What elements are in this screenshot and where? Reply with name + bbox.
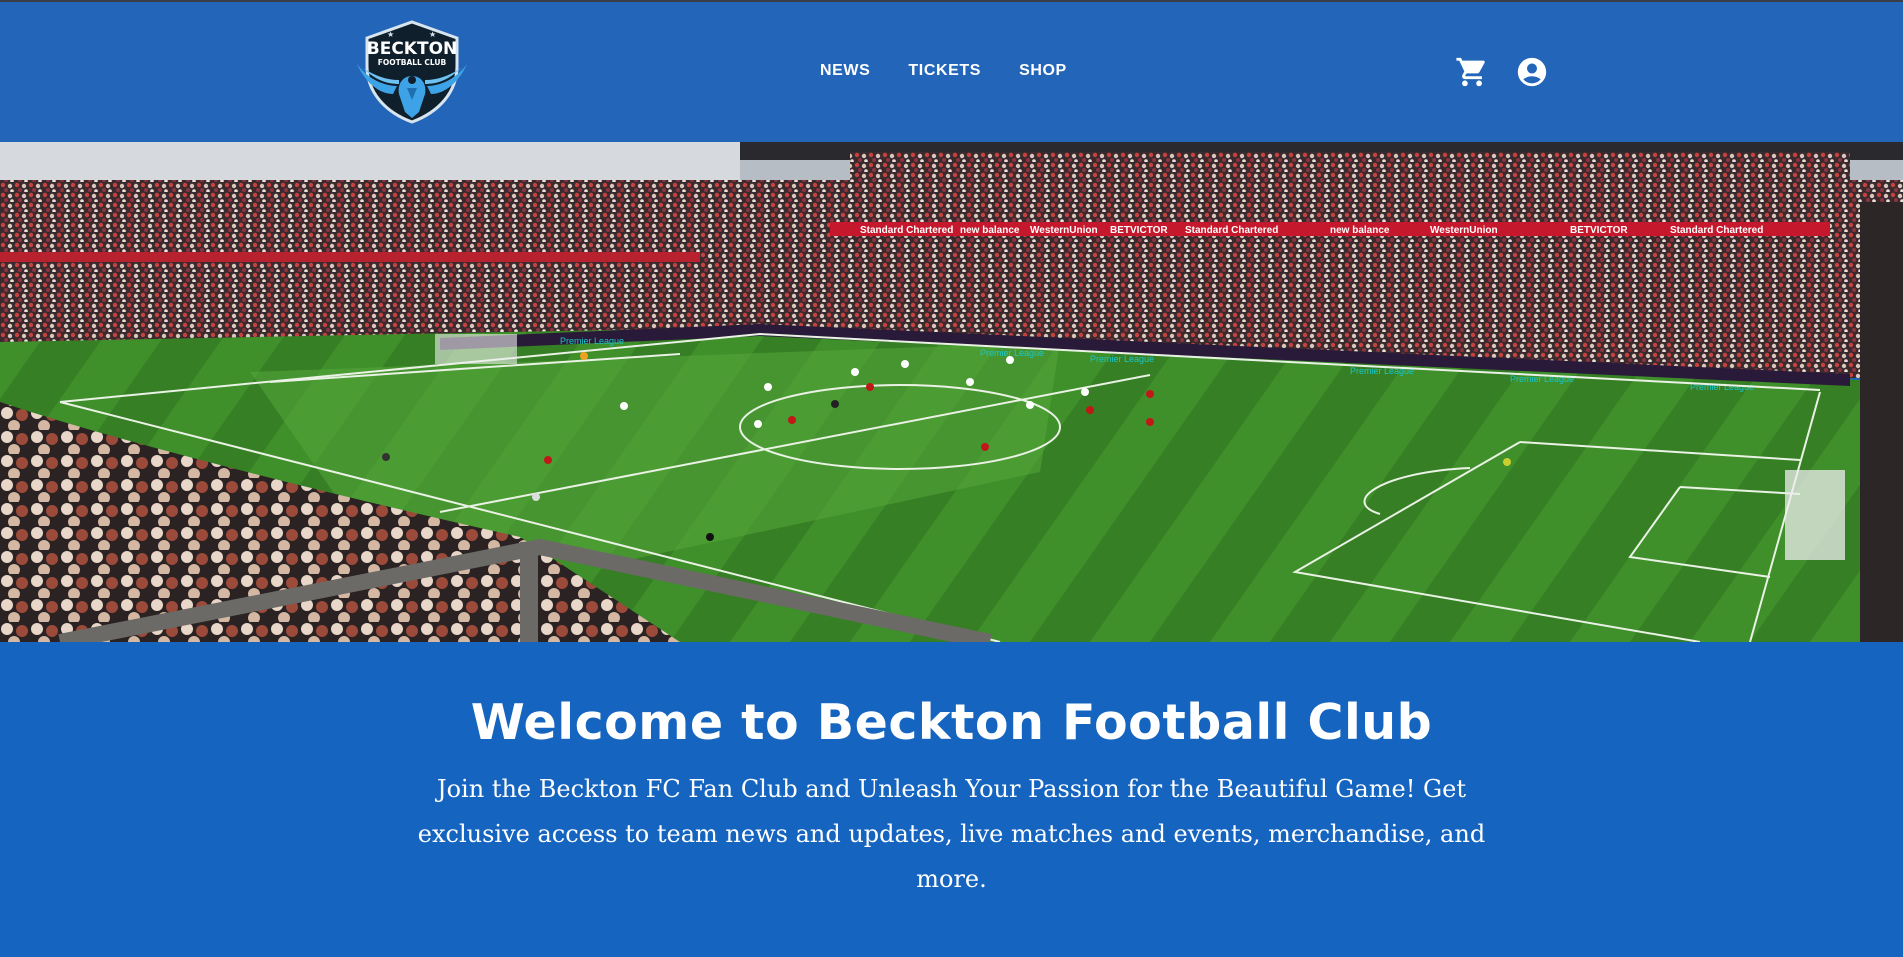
banner-ad: new balance — [1330, 225, 1390, 236]
header-actions — [1455, 55, 1549, 89]
nav-tickets-link[interactable]: TICKETS — [908, 62, 981, 80]
hero-stadium-image: Standard Chartered new balance WesternUn… — [0, 142, 1903, 642]
account-icon[interactable] — [1515, 55, 1549, 89]
svg-text:★: ★ — [387, 30, 394, 39]
site-header: ★ ★ BECKTON FOOTBALL CLUB NEWS TICKETS S… — [0, 2, 1903, 142]
welcome-description: Join the Beckton FC Fan Club and Unleash… — [417, 775, 1486, 893]
nav-shop-link[interactable]: SHOP — [1019, 62, 1067, 80]
banner-ad: WesternUnion — [1430, 225, 1498, 236]
cart-icon[interactable] — [1455, 55, 1489, 89]
welcome-section: Welcome to Beckton Football Club Join th… — [0, 642, 1903, 957]
banner-ad: BETVICTOR — [1570, 225, 1628, 236]
banner-ad: Standard Chartered — [1670, 225, 1763, 236]
banner-ad: Standard Chartered — [1185, 225, 1278, 236]
stadium-illustration: Standard Chartered new balance WesternUn… — [0, 142, 1903, 642]
board-ad: Premier League — [1090, 354, 1154, 364]
banner-ad: new balance — [960, 225, 1020, 236]
board-ad: Premier League — [560, 336, 624, 346]
beckton-logo[interactable]: ★ ★ BECKTON FOOTBALL CLUB — [353, 20, 471, 124]
banner-ad: WesternUnion — [1030, 225, 1098, 236]
svg-text:★: ★ — [429, 30, 436, 39]
banner-ad: BETVICTOR — [1110, 225, 1168, 236]
nav-news-link[interactable]: NEWS — [820, 62, 870, 80]
banner-ad: Standard Chartered — [860, 225, 953, 236]
logo-wordmark: BECKTON — [367, 39, 458, 59]
welcome-title: Welcome to Beckton Football Club — [470, 694, 1433, 751]
main-nav: NEWS TICKETS SHOP — [820, 62, 1067, 80]
logo-subtitle: FOOTBALL CLUB — [378, 58, 447, 67]
